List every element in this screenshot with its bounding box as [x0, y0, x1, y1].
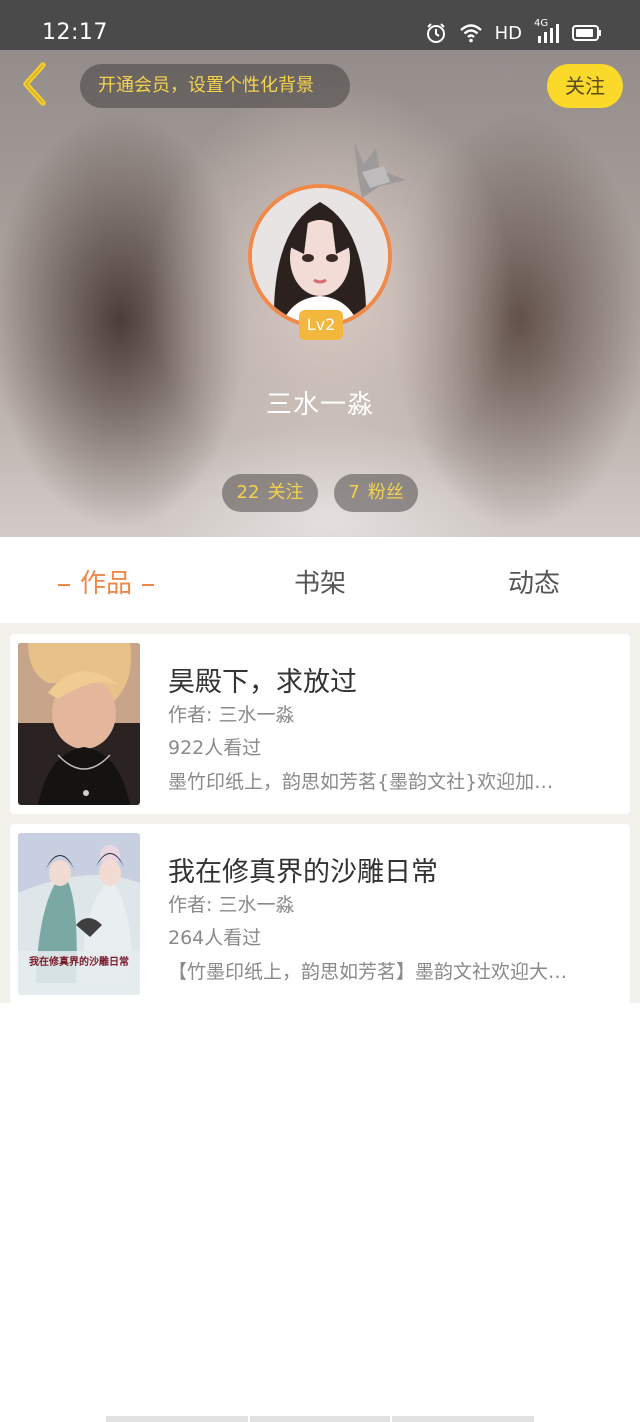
book-title: 昊殿下，求放过 — [168, 667, 357, 698]
tab-bookshelf[interactable]: 书架 — [230, 563, 410, 600]
list-item[interactable]: 我在修真界的沙雕日常 我在修真界的沙雕日常 作者: 三水一淼 264人看过 【竹… — [10, 824, 630, 1004]
follow-button[interactable]: 关注 — [547, 64, 623, 108]
following-count-button[interactable]: 22 关注 — [222, 474, 318, 512]
nav-gesture-bar-left — [106, 1416, 248, 1422]
following-count: 22 — [236, 482, 260, 503]
book-description: 【竹墨印纸上，韵思如芳茗】墨韵文社欢迎大… — [168, 961, 568, 983]
nav-gesture-bar-right — [392, 1416, 534, 1422]
wifi-icon — [459, 23, 483, 43]
tab-works-label: 作品 — [79, 569, 132, 599]
works-list: 昊殿下，求放过 作者: 三水一淼 922人看过 墨竹印纸上，韵思如芳茗{墨韵文社… — [0, 623, 640, 1004]
status-bar: 12:17 HD 4G — [0, 0, 640, 50]
signal-icon: 4G — [534, 18, 560, 44]
book-author: 作者: 三水一淼 — [168, 894, 295, 916]
tab-activity-label: 动态 — [507, 569, 560, 599]
book-author: 作者: 三水一淼 — [168, 704, 295, 726]
fans-label: 粉丝 — [367, 482, 404, 503]
alarm-icon — [425, 22, 447, 44]
back-button[interactable] — [14, 62, 54, 110]
status-icons: HD 4G — [425, 18, 602, 46]
fans-count-button[interactable]: 7 粉丝 — [334, 474, 418, 512]
status-time: 12:17 — [42, 20, 108, 45]
hd-label: HD — [494, 22, 522, 44]
user-profile-page: 12:17 HD 4G 开通会员，设置个性化背景 关注 Lv2 三水一淼 22 … — [0, 0, 640, 1422]
tab-bookshelf-label: 书架 — [293, 569, 346, 599]
level-badge: Lv2 — [299, 310, 343, 340]
tab-works[interactable]: 作品 — [16, 563, 196, 600]
username: 三水一淼 — [265, 390, 374, 420]
list-item[interactable]: 昊殿下，求放过 作者: 三水一淼 922人看过 墨竹印纸上，韵思如芳茗{墨韵文社… — [10, 634, 630, 814]
battery-icon — [572, 24, 602, 42]
book-description: 墨竹印纸上，韵思如芳茗{墨韵文社}欢迎加… — [168, 771, 554, 793]
tab-active-right-dash — [142, 583, 154, 586]
tab-activity[interactable]: 动态 — [444, 563, 624, 600]
book-view-count: 264人看过 — [168, 927, 262, 949]
following-label: 关注 — [267, 482, 304, 503]
avatar[interactable] — [248, 184, 392, 328]
tab-active-left-dash — [57, 583, 70, 586]
fans-count: 7 — [348, 482, 360, 503]
chevron-left-icon — [19, 61, 49, 111]
vip-background-banner[interactable]: 开通会员，设置个性化背景 — [80, 64, 350, 108]
profile-tabs: 作品 书架 动态 — [0, 537, 640, 623]
cover-title-text: 我在修真界的沙雕日常 — [29, 955, 129, 968]
book-view-count: 922人看过 — [168, 737, 262, 759]
book-cover: 我在修真界的沙雕日常 — [18, 833, 140, 995]
book-title: 我在修真界的沙雕日常 — [168, 857, 438, 888]
nav-gesture-bar-middle — [250, 1416, 390, 1422]
profile-header: 12:17 HD 4G 开通会员，设置个性化背景 关注 Lv2 三水一淼 22 … — [0, 0, 640, 537]
avatar-image — [252, 188, 388, 324]
book-cover — [18, 643, 140, 805]
